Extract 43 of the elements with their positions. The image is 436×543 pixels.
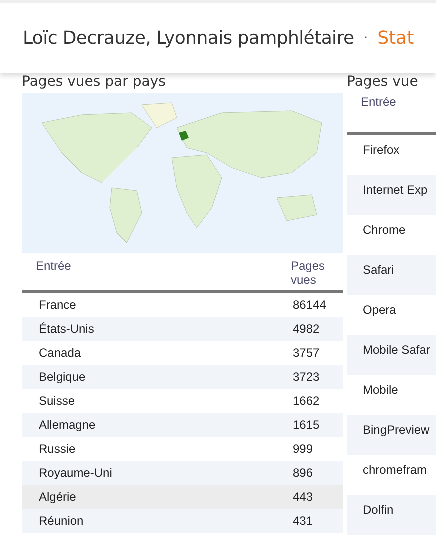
browser-name: Internet Exp: [362, 183, 428, 197]
panel-title: Pages vue: [347, 73, 420, 92]
browser-name: Firefox: [362, 143, 400, 157]
page-views: 1662: [292, 394, 321, 408]
page-views: 999: [292, 442, 314, 456]
table-row[interactable]: Réunion 431: [22, 509, 343, 533]
browser-name: Dolfin: [362, 503, 394, 517]
column-header[interactable]: Pages vues: [277, 253, 343, 290]
browser-name: Mobile: [362, 383, 398, 397]
panel-title: Pages vues par pays: [22, 73, 167, 92]
country-name: France: [38, 298, 78, 312]
page-views: 86144: [292, 298, 328, 312]
country-name: États-Unis: [38, 322, 96, 336]
browser-name: Mobile Safar: [362, 343, 430, 357]
table-row[interactable]: Belgique 3723: [22, 365, 343, 389]
browser-name: chromefram: [362, 463, 428, 477]
page-views: 3723: [292, 370, 321, 384]
country-name: Royaume-Uni: [38, 466, 114, 480]
browser-name: BingPreview: [362, 423, 430, 437]
country-name: Suisse: [38, 394, 76, 408]
country-name: Belgique: [38, 370, 87, 384]
country-name: Algérie: [38, 490, 78, 504]
browser-name: Chrome: [362, 223, 406, 237]
separator-dot: ·: [363, 29, 369, 47]
page-views: 896: [292, 466, 314, 480]
table-row[interactable]: Algérie 443: [22, 485, 343, 509]
country-name: Canada: [38, 346, 82, 360]
browser-name: Safari: [362, 263, 394, 277]
country-name: Russie: [38, 442, 77, 456]
browser-name: Opera: [362, 303, 396, 317]
table-row[interactable]: Royaume-Uni 896: [22, 461, 343, 485]
country-name: Réunion: [38, 514, 85, 528]
column-header[interactable]: Entrée: [347, 89, 396, 109]
column-header[interactable]: Entrée: [22, 253, 277, 290]
blog-title: Loïc Decrauze, Lyonnais pamphlétaire: [23, 28, 354, 48]
table-row[interactable]: États-Unis 4982: [22, 317, 343, 341]
page-views: 4982: [292, 322, 321, 336]
page-views: 443: [292, 490, 314, 504]
page-views: 3757: [292, 346, 321, 360]
country-name: Allemagne: [38, 418, 97, 432]
page-views: 431: [292, 514, 314, 528]
page-views: 1615: [292, 418, 321, 432]
table-row[interactable]: Allemagne 1615: [22, 413, 343, 437]
